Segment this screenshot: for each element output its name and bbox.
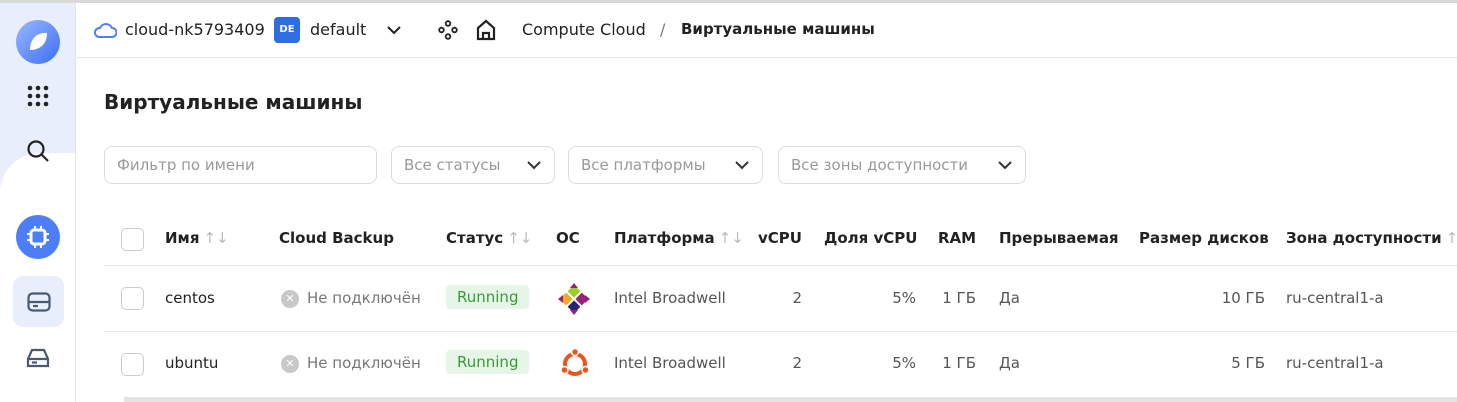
backup-status: ✕ Не подключён [281,354,421,373]
name-filter-input[interactable]: Фильтр по имени [104,146,377,184]
column-header-status[interactable]: Статус ↑↓ [446,229,532,247]
row-divider [104,331,1457,332]
ram: 1 ГБ [942,354,976,372]
row-checkbox[interactable] [121,353,144,376]
disk-size: 5 ГБ [1231,354,1265,372]
platform: Intel Broadwell [614,289,726,307]
column-header-vcpu-share: Доля vCPU [824,229,918,247]
close-circle-icon: ✕ [281,354,299,373]
column-header-vcpu: vCPU [758,229,802,247]
sort-icon[interactable]: ↑↓ [1446,229,1457,247]
ubuntu-logo-icon [559,347,591,384]
preemptible: Да [999,289,1020,307]
sort-icon[interactable]: ↑↓ [719,229,744,247]
name-filter-placeholder: Фильтр по имени [117,156,255,174]
column-header-os: ОС [556,229,580,247]
sidebar [0,3,76,402]
column-header-preemptible: Прерываемая [999,229,1119,247]
vcpu: 2 [792,289,802,307]
status-badge: Running [446,285,530,309]
column-header-zone[interactable]: Зона доступности↑↓ [1286,229,1457,247]
select-all-checkbox[interactable] [121,228,144,251]
vcpu-share: 5% [892,289,916,307]
chevron-down-icon [735,161,749,170]
column-header-disk-size: Размер дисков [1139,229,1269,247]
cloud-icon [93,21,118,43]
platform: Intel Broadwell [614,354,726,372]
disk-size: 10 ГБ [1221,289,1265,307]
breadcrumb-compute-cloud[interactable]: Compute Cloud [522,20,646,39]
chevron-down-icon [527,161,541,170]
search-icon[interactable] [15,128,61,174]
sort-icon[interactable]: ↑↓ [203,229,228,247]
top-bar: cloud-nk5793409 DE default Compute Cloud… [77,3,1457,58]
row-checkbox[interactable] [121,287,144,310]
vcpu: 2 [792,354,802,372]
zone-filter-select[interactable]: Все зоны доступности [778,146,1026,184]
status-filter-select[interactable]: Все статусы [391,146,555,184]
status-filter-value: Все статусы [404,156,501,174]
vcpu-share: 5% [892,354,916,372]
home-icon[interactable] [475,19,497,45]
chevron-down-icon [998,161,1012,170]
platform-filter-select[interactable]: Все платформы [568,146,763,184]
zone-filter-value: Все зоны доступности [791,156,969,174]
column-header-platform[interactable]: Платформа ↑↓ [614,229,744,247]
horizontal-scrollbar[interactable] [124,397,1457,402]
vm-name[interactable]: centos [165,289,215,307]
sort-icon[interactable]: ↑↓ [507,229,532,247]
compute-cloud-icon[interactable] [15,214,61,260]
zone: ru-central1-a [1286,289,1384,307]
services-icon[interactable] [438,20,458,44]
column-header-backup: Cloud Backup [279,229,394,247]
breadcrumb-current: Виртуальные машины [681,20,875,38]
zone: ru-central1-a [1286,354,1384,372]
vm-name[interactable]: ubuntu [165,354,218,372]
column-header-name[interactable]: Имя ↑↓ [165,229,229,247]
apps-grid-icon[interactable] [15,73,61,119]
column-header-ram: RAM [938,229,977,247]
disks-icon[interactable] [15,335,61,381]
folder-badge: DE [274,17,300,43]
preemptible: Да [999,354,1020,372]
platform-filter-value: Все платформы [581,156,706,174]
breadcrumb-separator: / [660,20,666,39]
row-divider [104,265,1457,266]
ram: 1 ГБ [942,289,976,307]
status-badge: Running [446,350,530,374]
logo-icon[interactable] [15,19,61,65]
close-circle-icon: ✕ [281,289,299,308]
backup-status: ✕ Не подключён [281,289,421,308]
virtual-machines-nav-icon[interactable] [13,276,64,327]
chevron-down-icon[interactable] [385,21,403,43]
cloud-name[interactable]: cloud-nk5793409 [125,20,265,39]
page-title: Виртуальные машины [104,90,363,114]
folder-name[interactable]: default [310,20,366,39]
centos-logo-icon [557,282,591,320]
